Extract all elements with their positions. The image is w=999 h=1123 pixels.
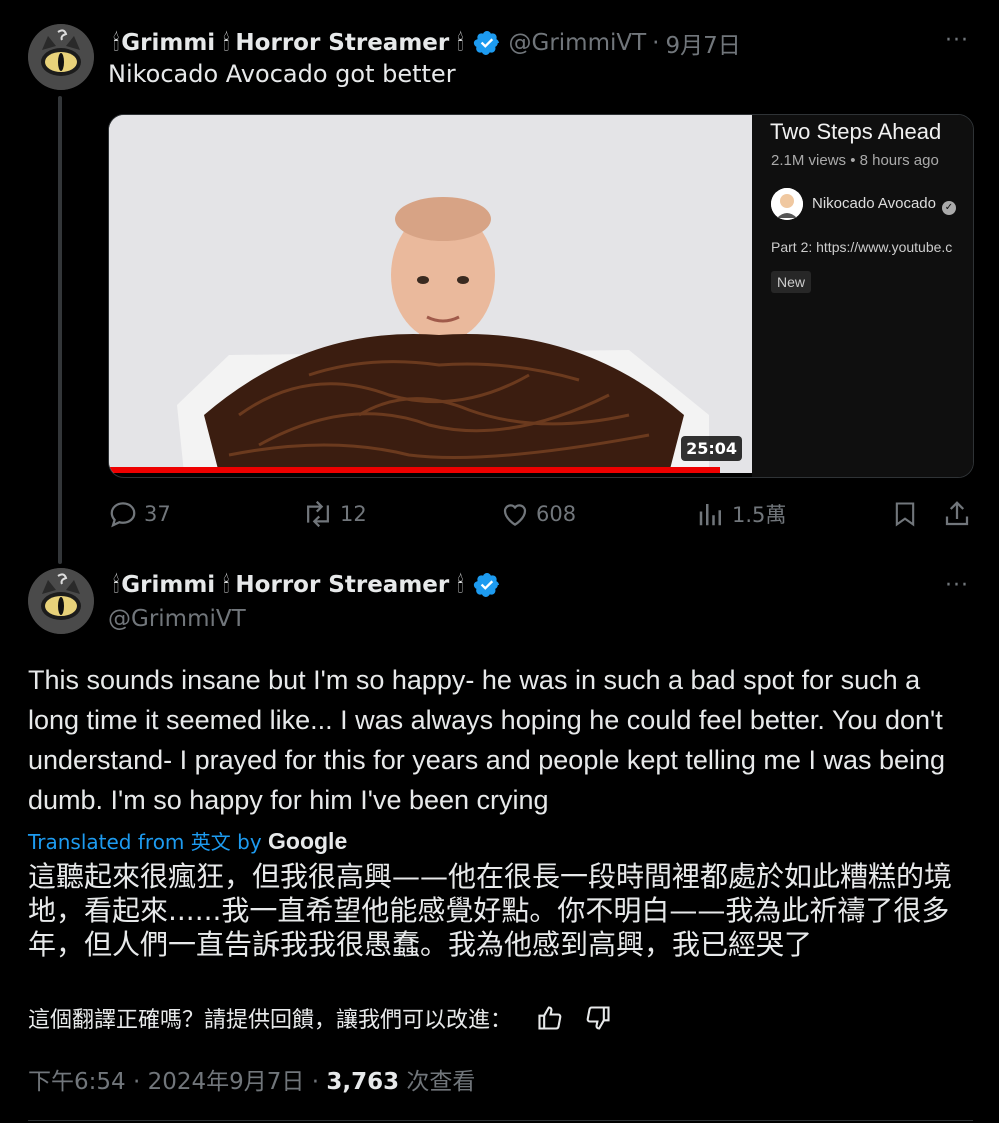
- video-progress-bar: [109, 467, 720, 473]
- tweet-date[interactable]: 9月7日: [665, 26, 740, 60]
- video-thumbnail[interactable]: 25:04: [109, 115, 752, 473]
- feedback-prompt: 這個翻譯正確嗎？請提供回饋，讓我們可以改進：: [28, 1008, 513, 1033]
- channel-name-text: Nikocado Avocado: [812, 195, 936, 212]
- like-icon: [503, 504, 527, 526]
- handle[interactable]: @GrimmiVT: [509, 30, 647, 56]
- avatar-cat-eye-icon: [28, 24, 94, 90]
- share-icon: [945, 501, 969, 526]
- candle-emoji: 🕯: [223, 572, 230, 598]
- reply-icon: [110, 502, 136, 528]
- divider: [28, 1120, 973, 1121]
- reply-count: 37: [144, 502, 171, 526]
- candle-emoji: 🕯: [113, 30, 120, 56]
- tweet-header: 🕯 Grimmi 🕯 Horror Streamer 🕯 @GrimmiVT ·…: [113, 26, 741, 60]
- candle-emoji: 🕯: [457, 30, 464, 56]
- thread-line: [58, 96, 62, 564]
- channel-avatar-icon: [771, 188, 803, 220]
- separator: ·: [652, 30, 660, 56]
- view-count: 1.5萬: [732, 503, 787, 527]
- like-button[interactable]: 608: [500, 499, 576, 529]
- bookmark-icon: [895, 502, 915, 527]
- views-icon: [699, 504, 721, 526]
- channel-avatar: [771, 188, 803, 220]
- more-icon[interactable]: ···: [945, 28, 969, 53]
- display-name[interactable]: Grimmi: [121, 30, 215, 56]
- video-title[interactable]: Two Steps Ahead: [770, 119, 941, 145]
- more-icon[interactable]: ···: [945, 573, 969, 598]
- avatar[interactable]: [28, 568, 94, 634]
- video-card[interactable]: 25:04 Two Steps Ahead 2.1M views • 8 hou…: [108, 114, 974, 478]
- youtube-info-panel: Two Steps Ahead 2.1M views • 8 hours ago…: [752, 115, 973, 477]
- avatar[interactable]: [28, 24, 94, 90]
- share-button[interactable]: [942, 499, 972, 533]
- avatar-cat-eye-icon: [28, 568, 94, 634]
- new-badge: New: [771, 271, 812, 293]
- repost-count: 12: [340, 502, 367, 526]
- candle-emoji: 🕯: [457, 572, 464, 598]
- translated-prefix: Translated from 英文 by: [28, 830, 262, 854]
- handle[interactable]: @GrimmiVT: [108, 606, 246, 632]
- google-logo: Google: [268, 828, 348, 854]
- view-label: 次查看: [406, 1069, 476, 1095]
- tweet-text: Nikocado Avocado got better: [108, 60, 456, 88]
- tweet-date[interactable]: 2024年9月7日: [148, 1069, 305, 1095]
- like-count: 608: [536, 502, 577, 526]
- translated-by[interactable]: Translated from 英文 by Google: [28, 826, 347, 855]
- thumbs-down-icon: [586, 1006, 610, 1030]
- reply-button[interactable]: 37: [108, 499, 171, 529]
- bookmark-button[interactable]: [891, 499, 919, 533]
- candle-emoji: 🕯: [223, 30, 230, 56]
- tweet-time[interactable]: 下午6:54: [28, 1069, 126, 1095]
- translation-text: 這聽起來很瘋狂，但我很高興——他在很長一段時間裡都處於如此糟糕的境地，看起來..…: [28, 860, 953, 961]
- verified-badge-icon[interactable]: [473, 29, 501, 57]
- channel-verified-icon: ✓: [941, 201, 956, 215]
- candle-emoji: 🕯: [113, 572, 120, 598]
- display-name[interactable]: Grimmi: [121, 572, 215, 598]
- translation-feedback: 這個翻譯正確嗎？請提供回饋，讓我們可以改進：: [28, 1002, 612, 1034]
- view-count: 3,763: [326, 1069, 400, 1095]
- tweet-text: This sounds insane but I'm so happy- he …: [28, 665, 946, 815]
- views-button[interactable]: 1.5萬: [696, 499, 786, 529]
- tweet-meta: 下午6:54 · 2024年9月7日 · 3,763 次查看: [28, 1062, 475, 1096]
- display-name-suffix[interactable]: Horror Streamer: [235, 30, 449, 56]
- thumbs-up-icon: [538, 1006, 562, 1030]
- video-description: Part 2: https://www.youtube.c: [771, 239, 953, 255]
- thumbnail-image: [109, 115, 752, 473]
- video-meta: 2.1M views • 8 hours ago: [771, 152, 939, 169]
- thumbs-up-button[interactable]: [536, 1004, 564, 1032]
- display-name-suffix[interactable]: Horror Streamer: [235, 572, 449, 598]
- separator: ·: [132, 1069, 141, 1095]
- channel-name[interactable]: Nikocado Avocado ✓: [812, 195, 956, 215]
- thumbs-down-button[interactable]: [584, 1004, 612, 1032]
- tweet-header: 🕯 Grimmi 🕯 Horror Streamer 🕯: [113, 571, 501, 599]
- video-duration: 25:04: [681, 436, 742, 461]
- repost-icon: [307, 500, 329, 528]
- repost-button[interactable]: 12: [302, 499, 367, 529]
- separator: ·: [311, 1069, 320, 1095]
- verified-badge-icon[interactable]: [473, 571, 501, 599]
